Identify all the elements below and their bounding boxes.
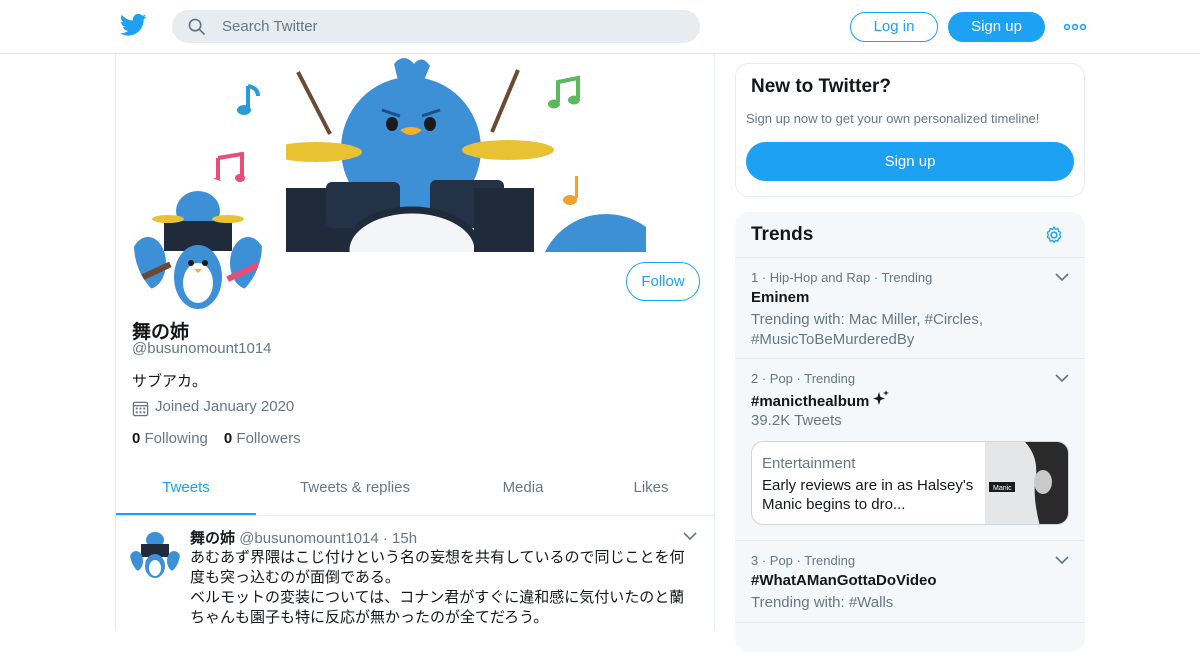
login-button[interactable]: Log in	[850, 12, 938, 42]
avatar-illustration	[134, 181, 262, 309]
profile-avatar[interactable]	[130, 177, 266, 313]
new-card-title: New to Twitter?	[751, 76, 892, 97]
tweet-author-name[interactable]: 舞の姉	[190, 530, 235, 547]
tab-media[interactable]: Media	[476, 468, 570, 515]
gear-icon[interactable]	[1044, 225, 1064, 245]
trend-name: Eminem	[751, 289, 810, 306]
chevron-down-icon[interactable]	[1055, 373, 1069, 383]
trend-item[interactable]: 1 · Hip-Hop and Rap · Trending Eminem Tr…	[735, 258, 1085, 359]
sparkle-icon	[873, 390, 890, 405]
profile-column: Follow 舞の姉 @busunomount1014 サブアカ。 Joined…	[115, 54, 715, 630]
new-to-twitter-card: New to Twitter? Sign up now to get your …	[735, 63, 1085, 197]
trend-name-text: #manicthealbum	[751, 393, 870, 410]
top-bar: Log in Sign up	[0, 0, 1200, 54]
thumb-caption: Manic	[993, 485, 1012, 492]
calendar-icon	[132, 401, 149, 417]
news-card[interactable]: Entertainment Early reviews are in as Ha…	[751, 441, 1069, 525]
trend-subtext: Trending with: #Walls	[751, 594, 894, 611]
trends-title: Trends	[751, 224, 814, 245]
music-note-icon	[237, 84, 260, 115]
tweet-avatar-illustration	[130, 528, 180, 578]
new-card-text: Sign up now to get your own personalized…	[746, 111, 1040, 126]
search-input[interactable]	[222, 10, 682, 43]
tweet-header: 舞の姉 @busunomount1014 · 15h	[190, 527, 417, 548]
trend-meta: 2 · Pop · Trending	[751, 371, 856, 386]
news-headline: Early reviews are in as Halsey's Manic b…	[762, 477, 974, 513]
trend-meta: 1 · Hip-Hop and Rap · Trending	[751, 270, 933, 285]
tab-likes[interactable]: Likes	[610, 468, 692, 515]
tab-tweets-replies[interactable]: Tweets & replies	[276, 468, 434, 515]
trends-panel: Trends 1 · Hip-Hop and Rap · Trending Em…	[735, 212, 1085, 652]
news-category: Entertainment	[762, 455, 856, 472]
news-thumbnail-image: Manic	[985, 442, 1068, 524]
tweet-item[interactable]: 舞の姉 @busunomount1014 · 15h あむあず界隈はこじ付けとい…	[116, 516, 714, 630]
news-thumbnail: Manic	[985, 442, 1068, 524]
signup-card-button[interactable]: Sign up	[746, 142, 1074, 181]
tweet-text-line: ベルモットの変装については、コナン君がすぐに違和感に気付いたのと蘭	[190, 589, 685, 606]
profile-bio: サブアカ。	[132, 373, 208, 390]
tweet-time[interactable]: 15h	[392, 530, 417, 547]
following-link[interactable]: 0 Following	[132, 430, 208, 447]
trend-item[interactable]: 3 · Pop · Trending #WhatAManGottaDoVideo…	[735, 541, 1085, 623]
trends-header: Trends	[735, 212, 1085, 258]
profile-tabs: Tweets Tweets & replies Media Likes	[116, 468, 714, 516]
tweet-author-handle[interactable]: @busunomount1014	[239, 530, 379, 547]
followers-count: 0	[223, 430, 233, 447]
chevron-down-icon[interactable]	[1055, 272, 1069, 282]
following-label: Following	[144, 430, 208, 447]
trend-item[interactable]: 2 · Pop · Trending #manicthealbum 39.2K …	[735, 359, 1085, 541]
followers-link[interactable]: 0 Followers	[224, 430, 301, 447]
profile-banner[interactable]	[286, 54, 646, 252]
banner-illustration	[286, 58, 646, 252]
following-count: 0	[132, 430, 141, 447]
search-icon	[188, 18, 205, 35]
chevron-down-icon[interactable]	[1055, 555, 1069, 565]
twitter-bird-icon[interactable]	[120, 13, 147, 37]
follow-button[interactable]: Follow	[626, 262, 700, 301]
trend-subtext: 39.2K Tweets	[751, 412, 842, 429]
followers-label: Followers	[236, 430, 301, 447]
trend-name: #manicthealbum	[751, 390, 890, 410]
profile-stats: 0 Following 0 Followers	[132, 430, 301, 447]
profile-handle[interactable]: @busunomount1014	[132, 340, 272, 357]
tab-tweets[interactable]: Tweets	[116, 468, 256, 515]
tweet-text: あむあず界隈はこじ付けという名の妄想を共有しているので同じことを何 度も突っ込む…	[190, 548, 690, 628]
tweet-separator: ·	[382, 530, 388, 547]
tweet-text-line: ちゃんも園子も特に反応が無かったのが全てだろう。	[190, 609, 549, 626]
joined-text: Joined January 2020	[155, 398, 295, 415]
tweet-text-line: 度も突っ込むのが面倒である。	[190, 569, 400, 586]
more-dots-icon[interactable]	[1063, 22, 1087, 32]
trend-meta: 3 · Pop · Trending	[751, 553, 856, 568]
trend-name: #WhatAManGottaDoVideo	[751, 572, 937, 589]
trend-subtext: Trending with: Mac Miller, #Circles, #Mu…	[751, 311, 984, 348]
search-box[interactable]	[172, 10, 700, 43]
signup-button[interactable]: Sign up	[948, 12, 1045, 42]
tweet-text-line: あむあず界隈はこじ付けという名の妄想を共有しているので同じことを何	[190, 549, 685, 566]
chevron-down-icon[interactable]	[682, 530, 698, 542]
tweet-avatar[interactable]	[130, 528, 180, 578]
